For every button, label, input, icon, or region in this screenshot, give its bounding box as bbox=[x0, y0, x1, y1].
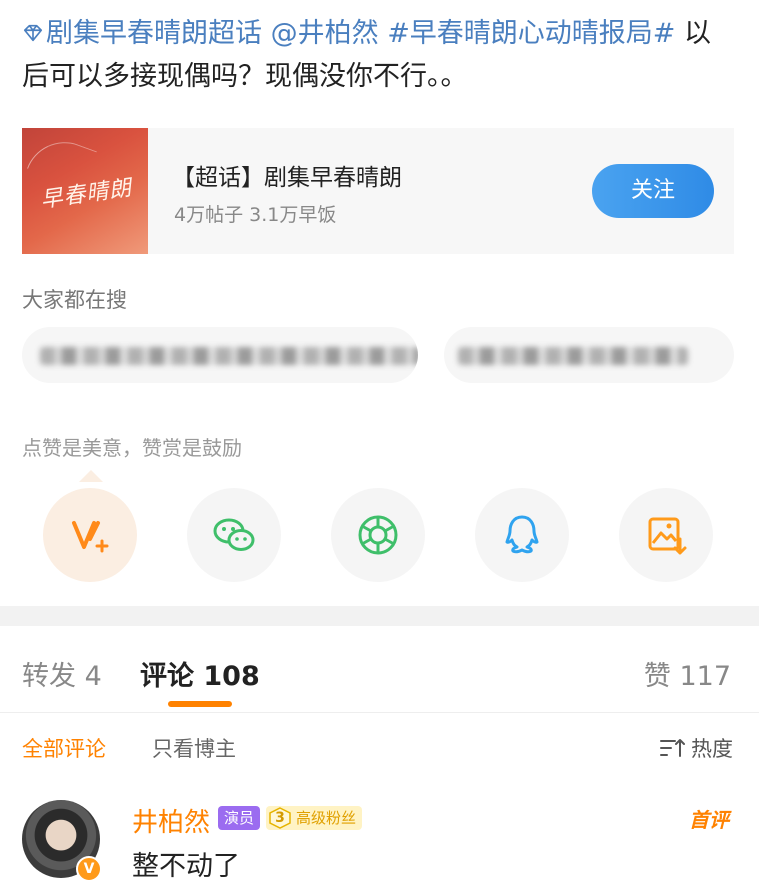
mention-link[interactable]: @井柏然 bbox=[271, 18, 379, 49]
tab-like[interactable]: 赞 117 bbox=[644, 654, 731, 693]
share-qq-button[interactable] bbox=[475, 488, 569, 582]
topic-stats: 4万帖子 3.1万早饭 bbox=[174, 204, 337, 226]
active-tab-indicator bbox=[168, 701, 232, 707]
blurred-search-text bbox=[458, 347, 688, 365]
topic-link[interactable]: 剧集早春晴朗超话 bbox=[22, 18, 262, 49]
save-image-icon bbox=[648, 517, 687, 555]
qq-icon bbox=[505, 515, 539, 554]
filter-all-comments[interactable]: 全部评论 bbox=[22, 733, 106, 763]
role-badge: 演员 bbox=[218, 806, 261, 830]
tab-repost[interactable]: 转发 4 bbox=[22, 654, 102, 693]
pointer-caret-icon bbox=[79, 470, 103, 482]
sort-button[interactable]: 热度 bbox=[659, 733, 733, 763]
wechat-icon bbox=[213, 518, 255, 551]
moments-icon bbox=[358, 515, 398, 555]
topic-title: 【超话】剧集早春晴朗 bbox=[172, 165, 402, 191]
supertopic-diamond-icon bbox=[23, 24, 43, 42]
share-wechat-button[interactable] bbox=[187, 488, 281, 582]
trending-search-chip[interactable] bbox=[22, 327, 418, 383]
reward-button[interactable] bbox=[43, 488, 137, 582]
comment-author[interactable]: 井柏然 bbox=[132, 802, 210, 839]
fan-level-icon: 3 bbox=[268, 807, 292, 829]
comment-text: 整不动了 bbox=[132, 851, 240, 882]
fan-badge-label: 高级粉丝 bbox=[296, 809, 357, 827]
fan-badge: 3 高级粉丝 bbox=[266, 806, 363, 830]
share-moments-button[interactable] bbox=[331, 488, 425, 582]
hashtag-link[interactable]: #早春晴朗心动晴报局# bbox=[387, 18, 675, 49]
filter-owner-only[interactable]: 只看博主 bbox=[152, 733, 236, 763]
first-comment-badge: 首评 bbox=[689, 808, 729, 832]
fan-level: 3 bbox=[275, 810, 285, 826]
blurred-search-text bbox=[40, 347, 418, 365]
verified-badge: V bbox=[76, 856, 102, 882]
post-text: 剧集早春晴朗超话 @井柏然 #早春晴朗心动晴报局# 以后可以多接现偶吗？现偶没你… bbox=[22, 12, 737, 98]
save-image-button[interactable] bbox=[619, 488, 713, 582]
sort-icon bbox=[660, 739, 685, 757]
tab-comment[interactable]: 评论 108 bbox=[140, 654, 260, 693]
topic-card[interactable]: 早春晴朗 【超话】剧集早春晴朗 4万帖子 3.1万早饭 关注 bbox=[22, 128, 734, 254]
section-divider bbox=[0, 606, 759, 626]
topic-link-label: 剧集早春晴朗超话 bbox=[46, 18, 262, 49]
reward-label: 点赞是美意，赞赏是鼓励 bbox=[22, 436, 242, 460]
trending-search-chip[interactable] bbox=[444, 327, 734, 383]
follow-button[interactable]: 关注 bbox=[592, 164, 714, 218]
topic-cover-image: 早春晴朗 bbox=[22, 128, 148, 254]
reward-v-plus-icon bbox=[72, 521, 109, 553]
trending-search-label: 大家都在搜 bbox=[22, 288, 127, 312]
tabs-divider bbox=[0, 712, 759, 713]
sort-label: 热度 bbox=[691, 737, 733, 761]
